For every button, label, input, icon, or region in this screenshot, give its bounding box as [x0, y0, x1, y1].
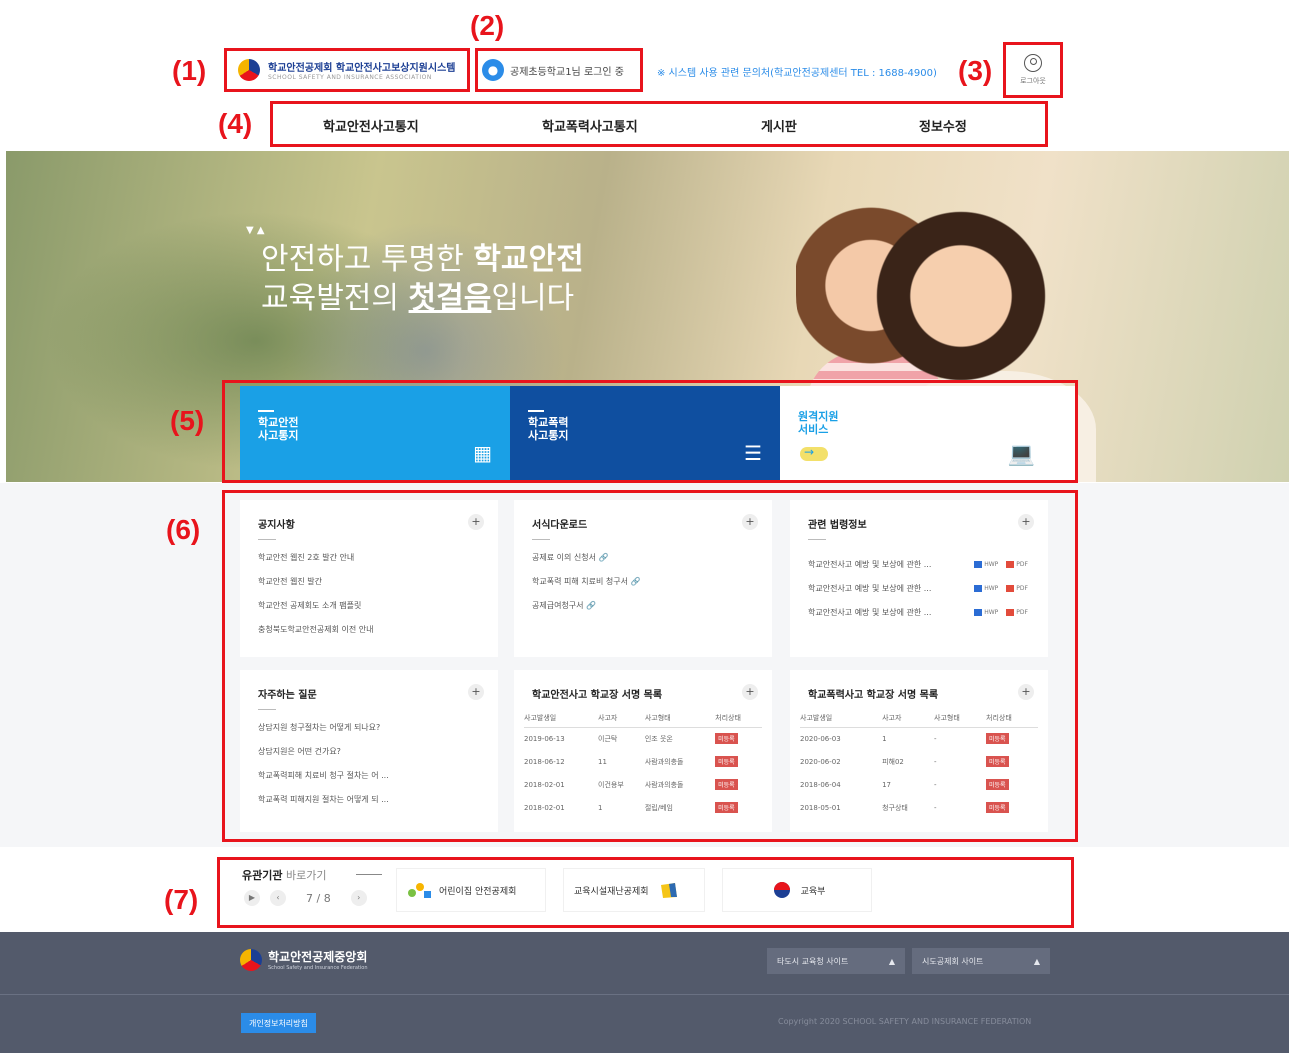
- annotation-box-7: [217, 857, 1074, 928]
- hero-child-right-face: [876, 186, 1046, 386]
- hero-line1-normal: 안전하고 투명한: [261, 242, 474, 277]
- annotation-label-4: (4): [218, 108, 253, 139]
- annotation-label-7: (7): [164, 884, 199, 915]
- annotation-box-6: [222, 490, 1078, 842]
- annotation-box-3: [1003, 42, 1063, 98]
- annotation-box-1: [224, 48, 470, 92]
- hero-line2-normal-b: 입니다: [491, 281, 575, 316]
- other-education-office-select[interactable]: 타도시 교육청 사이트 ▲: [767, 948, 905, 974]
- footer-divider: [0, 994, 1289, 995]
- page-root: 학교안전공제회 학교안전사고보상지원시스템 SCHOOL SAFETY AND …: [0, 0, 1289, 1053]
- annotation-box-4: [270, 101, 1048, 147]
- caret-up-icon: ▲: [888, 956, 895, 966]
- privacy-policy-button[interactable]: 개인정보처리방침: [241, 1013, 316, 1033]
- annotation-label-2: (2): [470, 10, 505, 41]
- annotation-label-3: (3): [958, 55, 993, 86]
- hero-line1-bold: 학교안전: [473, 242, 584, 277]
- footer-logo: 학교안전공제중앙회 School Safety and Insurance Fe…: [240, 948, 368, 971]
- hero-line2-bold: 첫걸음: [408, 281, 492, 316]
- support-contact-notice: ※ 시스템 사용 관련 문의처(학교안전공제센터 TEL : 1688-4900…: [657, 68, 937, 79]
- annotation-label-5: (5): [170, 405, 205, 436]
- footer-logo-title: 학교안전공제중앙회: [268, 950, 368, 964]
- hero-line2-normal-a: 교육발전의: [261, 281, 409, 316]
- footer-logo-text: 학교안전공제중앙회 School Safety and Insurance Fe…: [268, 948, 368, 971]
- annotation-label-6: (6): [166, 514, 201, 545]
- select-label: 타도시 교육청 사이트: [777, 956, 849, 966]
- copyright-text: Copyright 2020 SCHOOL SAFETY AND INSURAN…: [778, 1017, 1032, 1026]
- hero-headline-2: 교육발전의 첫걸음입니다: [261, 273, 574, 317]
- footer-logo-subtitle: School Safety and Insurance Federation: [268, 965, 368, 971]
- hero-headline-1: 안전하고 투명한 학교안전: [261, 234, 584, 278]
- footer-logo-mark-icon: [240, 948, 262, 971]
- annotation-box-5: [222, 380, 1078, 483]
- select-label: 시도공제회 사이트: [922, 956, 984, 966]
- annotation-box-2: [475, 48, 643, 92]
- annotation-label-1: (1): [172, 55, 207, 86]
- footer: 학교안전공제중앙회 School Safety and Insurance Fe…: [0, 932, 1289, 1053]
- regional-association-select[interactable]: 시도공제회 사이트 ▲: [912, 948, 1050, 974]
- caret-up-icon: ▲: [1033, 956, 1040, 966]
